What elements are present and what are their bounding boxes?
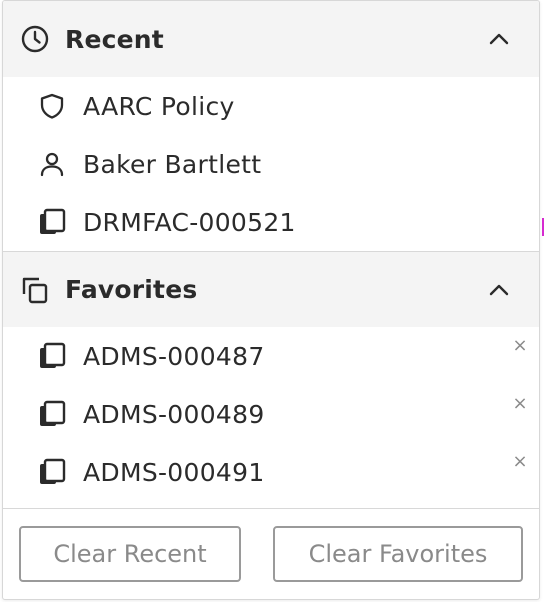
person-icon <box>37 149 67 179</box>
favorites-section-header[interactable]: Favorites <box>3 251 539 327</box>
favorite-item-label: ADMS-000487 <box>83 341 265 371</box>
favorite-item-adms-000487[interactable]: ADMS-000487 × <box>3 327 539 385</box>
favorite-item-label: ADMS-000491 <box>83 457 265 487</box>
clear-recent-button[interactable]: Clear Recent <box>19 526 241 582</box>
background-fragment <box>540 218 544 236</box>
chevron-up-icon[interactable] <box>487 27 511 51</box>
recent-item-aarc-policy[interactable]: AARC Policy <box>3 77 539 135</box>
document-icon <box>37 457 67 487</box>
favorites-section-title: Favorites <box>65 275 198 304</box>
favorite-item-adms-000491[interactable]: ADMS-000491 × <box>3 443 539 501</box>
recent-item-baker-bartlett[interactable]: Baker Bartlett <box>3 135 539 193</box>
favorite-item-adms-000489[interactable]: ADMS-000489 × <box>3 385 539 443</box>
recent-favorites-dropdown: Recent AARC Policy Baker Bartlett DRMFAC… <box>2 0 540 600</box>
recent-section-title: Recent <box>65 24 164 54</box>
recent-section-header[interactable]: Recent <box>3 1 539 77</box>
document-icon <box>37 399 67 429</box>
favorite-item-label: ADMS-000489 <box>83 399 265 429</box>
chevron-up-icon[interactable] <box>487 278 511 302</box>
recent-list: AARC Policy Baker Bartlett DRMFAC-000521 <box>3 77 539 251</box>
clock-icon <box>19 23 51 55</box>
recent-item-label: AARC Policy <box>83 91 235 121</box>
dropdown-footer: Clear Recent Clear Favorites <box>3 509 539 599</box>
recent-item-label: Baker Bartlett <box>83 149 262 179</box>
document-icon <box>37 207 67 237</box>
recent-item-drmfac-000521[interactable]: DRMFAC-000521 <box>3 193 539 251</box>
copy-icon <box>19 274 51 306</box>
page: Recent AARC Policy Baker Bartlett DRMFAC… <box>0 0 544 602</box>
remove-favorite-icon[interactable]: × <box>511 337 529 355</box>
favorites-list: ADMS-000487 × ADMS-000489 × ADMS-000491 … <box>3 327 539 509</box>
clear-favorites-button[interactable]: Clear Favorites <box>273 526 523 582</box>
remove-favorite-icon[interactable]: × <box>511 453 529 471</box>
document-icon <box>37 341 67 371</box>
shield-icon <box>37 91 67 121</box>
recent-item-label: DRMFAC-000521 <box>83 207 296 237</box>
remove-favorite-icon[interactable]: × <box>511 395 529 413</box>
